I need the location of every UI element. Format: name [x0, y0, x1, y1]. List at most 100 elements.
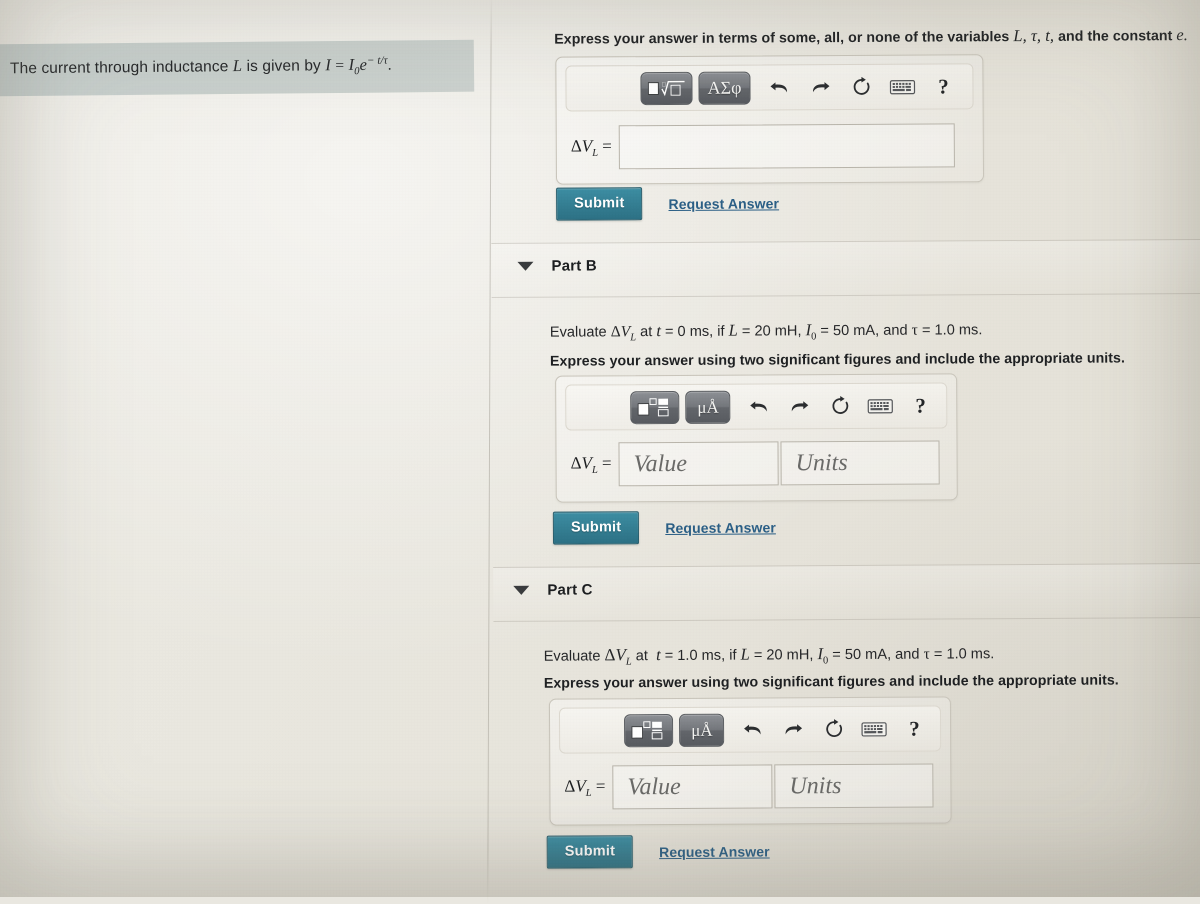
- fraction-template-button[interactable]: [630, 390, 680, 424]
- part-a-instruction: Express your answer in terms of some, al…: [554, 23, 1199, 51]
- part-c-answer-row: ΔVL = Value Units: [559, 763, 941, 810]
- problem-eq-exponent: − t/τ: [366, 54, 388, 67]
- part-a-instruction-suffix: and the constant: [1058, 28, 1173, 45]
- part-c-value-placeholder: Value: [627, 773, 681, 800]
- part-c-q-at: at: [635, 648, 648, 665]
- keyboard-icon[interactable]: [866, 391, 895, 421]
- part-c-units-placeholder: Units: [789, 772, 842, 799]
- part-c-submit-button[interactable]: Submit: [546, 835, 634, 869]
- left-problem-pane: The current through inductance L is give…: [0, 0, 490, 897]
- undo-icon[interactable]: [745, 391, 774, 421]
- greek-symbols-label: ΑΣφ: [707, 77, 742, 98]
- problem-statement-highlight: The current through inductance L is give…: [0, 39, 475, 97]
- part-b-toolbar: μÅ ?: [565, 382, 948, 431]
- part-a-toolbar: □ ΑΣφ ?: [565, 63, 974, 112]
- part-c-q-prefix: Evaluate: [543, 648, 601, 665]
- part-a-request-answer-link[interactable]: Request Answer: [668, 195, 779, 212]
- problem-eq-period: .: [387, 56, 392, 74]
- part-c-answer-box: μÅ ? ΔVL = Value Units: [548, 696, 952, 826]
- nth-root-template-button[interactable]: □: [640, 71, 693, 105]
- part-b-q-t-val: = 0 ms, if: [664, 323, 725, 341]
- part-c-header-band: [493, 564, 1200, 621]
- part-c-answer-label: ΔVL =: [564, 776, 606, 799]
- part-b-answer-label: ΔVL =: [570, 453, 612, 476]
- part-c-question: Evaluate ΔVL at t = 1.0 ms, if L = 20 mH…: [544, 641, 995, 670]
- fraction-template-button[interactable]: [623, 713, 674, 747]
- part-c-value-input[interactable]: Value: [612, 764, 773, 810]
- part-b-q-prefix: Evaluate: [549, 324, 607, 341]
- part-b-answer-box: μÅ ? ΔVL = Value Units: [555, 373, 958, 503]
- part-a-submit-button[interactable]: Submit: [556, 187, 643, 221]
- redo-icon[interactable]: [779, 714, 808, 744]
- part-b-q-at: at: [640, 324, 653, 341]
- part-b-answer-row: ΔVL = Value Units: [565, 440, 947, 487]
- redo-icon[interactable]: [805, 72, 835, 102]
- part-c-q-tau-val: = 1.0 ms.: [933, 646, 995, 663]
- part-c-units-input[interactable]: Units: [774, 763, 934, 809]
- part-c-header[interactable]: Part C: [513, 581, 593, 599]
- units-symbols-button[interactable]: μÅ: [679, 713, 725, 747]
- part-c-q-deltaV: ΔVL: [604, 645, 632, 668]
- chevron-down-icon[interactable]: [513, 585, 530, 595]
- part-c-toolbar: μÅ ?: [558, 705, 942, 754]
- reset-icon[interactable]: [846, 72, 876, 102]
- part-c-request-answer-link[interactable]: Request Answer: [659, 843, 770, 860]
- part-c-q-L: L: [740, 644, 750, 664]
- help-icon-label: ?: [938, 73, 949, 98]
- fraction-template-icon: [631, 721, 663, 740]
- part-b-instruction: Express your answer using two significan…: [549, 350, 1126, 370]
- part-a-instruction-prefix: Express your answer in terms of some, al…: [554, 29, 1010, 48]
- part-c-instruction: Express your answer using two significan…: [543, 672, 1119, 692]
- part-b-units-input[interactable]: Units: [780, 440, 940, 486]
- units-symbols-button[interactable]: μÅ: [685, 390, 731, 424]
- right-answer-pane: Express your answer in terms of some, al…: [490, 0, 1200, 897]
- part-c-q-I0-val: = 50 mA, and: [832, 646, 920, 664]
- part-c-q-tau: τ: [923, 645, 930, 663]
- part-a-instruction-vars: L, τ, t,: [1013, 25, 1055, 46]
- fraction-template-icon: [637, 398, 669, 417]
- part-b-header-band: [491, 240, 1200, 297]
- redo-icon[interactable]: [785, 391, 814, 421]
- part-b-q-I0: I0: [805, 320, 817, 343]
- part-a-answer-row: ΔVL =: [566, 123, 974, 170]
- part-b-q-deltaV: ΔVL: [610, 323, 637, 344]
- keyboard-icon[interactable]: [887, 72, 917, 102]
- undo-icon[interactable]: [738, 714, 767, 744]
- reset-icon[interactable]: [825, 391, 854, 421]
- problem-eq-equals: =: [335, 57, 345, 75]
- part-b-title: Part B: [551, 257, 597, 275]
- chevron-down-icon[interactable]: [517, 261, 534, 271]
- problem-statement-text: The current through inductance L is give…: [10, 54, 456, 81]
- part-b-q-tau: τ: [911, 321, 918, 339]
- part-b-question: Evaluate ΔVL at t = 0 ms, if L = 20 mH, …: [550, 317, 983, 346]
- problem-mid: is given by: [246, 57, 321, 76]
- part-b-q-tau-val: = 1.0 ms.: [921, 322, 983, 339]
- part-b-q-I0-val: = 50 mA, and: [820, 322, 908, 340]
- part-a-answer-label: ΔVL =: [570, 136, 612, 159]
- problem-eq-I: I: [325, 55, 331, 75]
- part-b-q-L: L: [728, 320, 738, 340]
- keyboard-icon[interactable]: [859, 714, 888, 744]
- part-b-value-input[interactable]: Value: [618, 441, 779, 487]
- units-symbols-label: μÅ: [697, 397, 719, 417]
- part-a-submit-row: Submit Request Answer: [556, 186, 779, 221]
- part-c-title: Part C: [547, 581, 593, 599]
- part-b-units-placeholder: Units: [795, 449, 848, 476]
- help-icon[interactable]: ?: [928, 71, 958, 101]
- part-b-header[interactable]: Part B: [517, 257, 597, 275]
- part-c-q-t-val: = 1.0 ms, if: [664, 647, 737, 665]
- part-b-request-answer-link[interactable]: Request Answer: [665, 519, 776, 536]
- help-icon-label: ?: [915, 393, 926, 418]
- undo-icon[interactable]: [764, 72, 794, 102]
- reset-icon[interactable]: [819, 714, 848, 744]
- part-b-value-placeholder: Value: [633, 450, 688, 477]
- part-a-answer-input[interactable]: [618, 123, 955, 170]
- part-a-answer-box: □ ΑΣφ ? ΔVL =: [555, 54, 985, 185]
- problem-lead: The current through inductance: [9, 58, 229, 78]
- part-a-instruction-const: e.: [1176, 25, 1188, 45]
- help-icon[interactable]: ?: [906, 391, 935, 421]
- part-b-q-t: t: [656, 321, 661, 341]
- part-b-submit-button[interactable]: Submit: [552, 511, 640, 545]
- help-icon[interactable]: ?: [900, 714, 929, 744]
- greek-symbols-button[interactable]: ΑΣφ: [698, 71, 751, 105]
